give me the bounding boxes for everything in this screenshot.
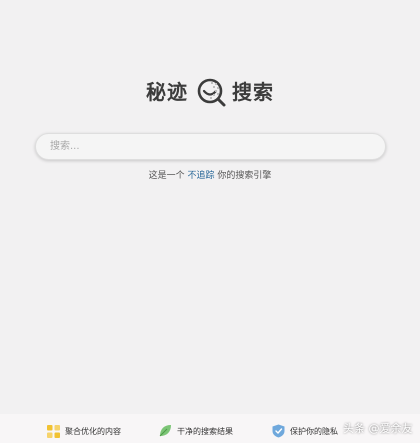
shield-icon	[271, 424, 285, 438]
logo-text-left: 秘迹	[146, 80, 188, 104]
feature-clean-results: 干净的搜索结果	[158, 424, 233, 438]
feature-aggregated-content: 聚合优化的内容	[46, 424, 121, 438]
logo-text-right: 搜索	[232, 80, 274, 104]
feature-label: 干净的搜索结果	[177, 426, 233, 436]
watermark: 头条 @爱余友	[343, 422, 413, 435]
feature-label: 聚合优化的内容	[65, 426, 121, 436]
tagline-prefix: 这是一个	[148, 171, 185, 181]
grid-squares-icon	[46, 424, 60, 438]
logo: 秘迹 搜索	[0, 74, 420, 110]
tagline: 这是一个 不追踪 你的搜索引擎	[0, 170, 420, 182]
search-input[interactable]	[36, 134, 385, 159]
feature-privacy: 保护你的隐私	[271, 424, 338, 438]
no-tracking-link[interactable]: 不追踪	[187, 171, 214, 181]
leaf-icon	[158, 424, 172, 438]
search-box[interactable]	[35, 133, 386, 160]
magnifier-smile-icon	[194, 75, 228, 109]
tagline-suffix: 你的搜索引擎	[217, 171, 272, 181]
feature-label: 保护你的隐私	[290, 426, 338, 436]
